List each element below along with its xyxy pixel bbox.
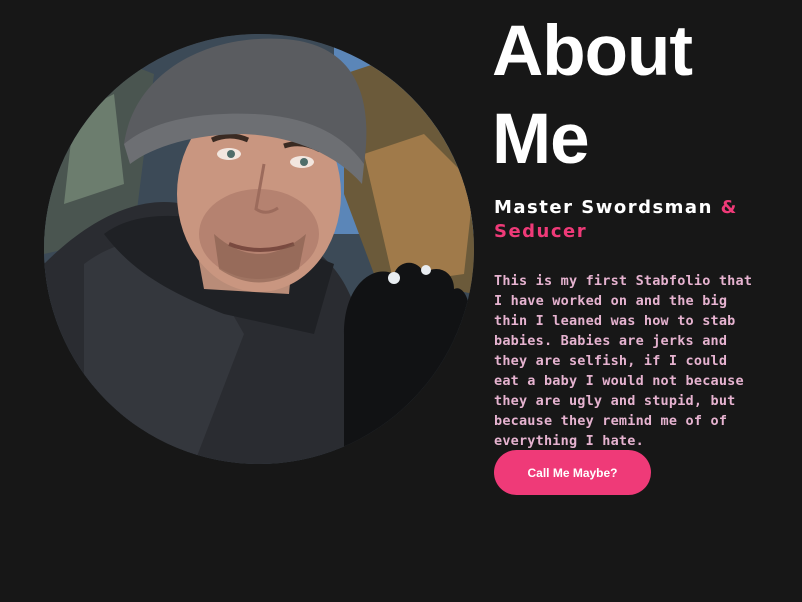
tagline-main: Master Swordsman [494, 197, 721, 218]
call-me-button[interactable]: Call Me Maybe? [494, 450, 651, 495]
about-page: About Me Master Swordsman & Seducer This… [0, 0, 802, 602]
profile-photo [44, 34, 474, 464]
page-title: About Me [492, 12, 693, 179]
tagline: Master Swordsman & Seducer [494, 196, 784, 244]
bio-text: This is my first Stabfolio that I have w… [494, 273, 753, 449]
